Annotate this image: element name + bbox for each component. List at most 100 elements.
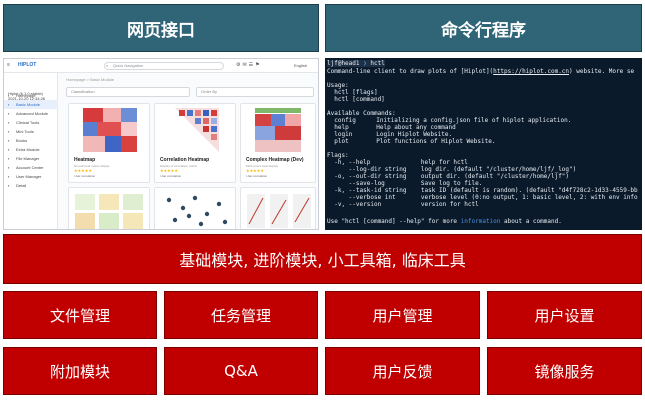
nav-file-manager: ▪ File Manager (4, 154, 58, 163)
box-task-management: 任务管理 (164, 291, 318, 339)
classification-select: Classification (66, 87, 190, 97)
terminal-intro: Command-line client to draw plots of [Hi… (327, 68, 634, 75)
nav-basic-module: ▪ Basic Module (4, 100, 58, 109)
card-title: Correlation Heatmap (160, 157, 210, 163)
usage-line: hctl [command] (327, 96, 385, 103)
web-ui-screenshot: ≡ HIPLOT ⌕ Quick Navigation ⚙✉☰⚑ English… (3, 58, 319, 230)
nav-clinical-tools: ▪ Clinical Tools (4, 118, 58, 127)
terminal-prompt: ljf@head1 ❯ hctl (327, 60, 385, 67)
intro-url: https://hiplot.com.cn (493, 68, 570, 75)
web-breadcrumb: Homepage > Basic Module (66, 77, 115, 82)
flag-row: -v, --version version for hctl (327, 201, 479, 208)
box-user-settings: 用户设置 (487, 291, 642, 339)
box-file-management: 文件管理 (3, 291, 157, 339)
web-interface-header: 网页接口 (3, 4, 319, 52)
nav-icon: ▪ (8, 138, 10, 143)
toolbar-icons: ⚙✉☰⚑ (236, 62, 262, 68)
nav-books: ▪ Books (4, 136, 58, 145)
terminal-screenshot: ljf@head1 ❯ hctl Command-line client to … (325, 58, 642, 230)
nav-label: Mini Tools (16, 129, 34, 134)
nav-account-center: ▪ Account Center (4, 163, 58, 172)
footer-text: Use "hctl [command] --help" for more (327, 218, 461, 225)
box-user-management: 用户管理 (325, 291, 480, 339)
terminal-footer: Use "hctl [command] --help" for more inf… (327, 218, 562, 225)
nav-icon: ▪ (8, 102, 10, 107)
grid-plot-thumbnail (75, 194, 143, 229)
command-row: login Login Hiplot Website. (327, 131, 452, 138)
nav-homepage: ▪ Homepage (4, 91, 58, 100)
scatter-thumbnail (166, 195, 228, 227)
nav-label: Account Center (16, 165, 44, 170)
intro-text: Command-line client to draw plots of [Hi… (327, 68, 494, 75)
flag-row: --verbose int verbose level (0:no output… (327, 194, 638, 201)
regression-panels-thumbnail (247, 194, 311, 228)
nav-label: Clinical Tools (16, 120, 40, 125)
nav-icon: ▪ (8, 93, 10, 98)
command-row: config Initializing a config.json file of… (327, 117, 571, 124)
flag-row: --log-dir string log dir. (default "/clu… (327, 166, 577, 173)
prompt-command: hctl (370, 60, 385, 67)
nav-advanced-module: ▪ Advanced Module (4, 109, 58, 118)
card-tags: r-bar correlation (160, 174, 182, 178)
prompt-user: ljf@head1 (327, 60, 360, 67)
commands-title: Available Commands: (327, 110, 396, 117)
intro-text: ) website. More se (569, 68, 635, 75)
nav-icon: ▪ (8, 129, 10, 134)
nav-icon: ▪ (8, 156, 10, 161)
flag-row: -o, --out-dir string output dir. (defaul… (327, 173, 570, 180)
nav-icon: ▪ (8, 120, 10, 125)
card-title: Complex Heatmap (Dev) (246, 157, 304, 163)
menu-icon: ≡ (7, 62, 10, 68)
flag-row: --save-log Save log to file. (327, 180, 483, 187)
modules-banner: 基础模块, 进阶模块, 小工具箱, 临床工具 (3, 234, 642, 284)
card-tags: r-bar correlation (74, 174, 96, 178)
box-mirror-service: 镜像服务 (487, 347, 642, 395)
card-title: Heatmap (74, 157, 96, 163)
command-desc: Help about any command (376, 124, 456, 131)
nav-icon: ▪ (8, 174, 10, 179)
footer-highlight: information (460, 218, 501, 225)
order-select: Order By (196, 87, 314, 97)
nav-label: Books (16, 138, 28, 143)
card-tags: r-bar correlation (246, 174, 268, 178)
nav-label: File Manager (16, 156, 40, 161)
usage-line: hctl [flags] (327, 89, 378, 96)
nav-icon: ▪ (8, 165, 10, 170)
command-row: help Help about any command (327, 124, 456, 131)
card-thumbnail (240, 187, 316, 229)
command-name: config (334, 117, 356, 124)
web-logo: HIPLOT (18, 62, 37, 68)
correlation-thumbnail (175, 108, 219, 152)
command-desc: Plot functions of Hiplot Website. (376, 138, 496, 145)
nav-icon: ▪ (8, 183, 10, 188)
language-select: English (294, 63, 308, 68)
flag-row: -h, --help help for hctl (327, 159, 468, 166)
web-topbar: ≡ HIPLOT ⌕ Quick Navigation ⚙✉☰⚑ English (4, 59, 318, 73)
nav-user-manager: ▪ User Manager (4, 172, 58, 181)
web-search-input: Quick Navigation (104, 62, 224, 70)
box-qa: Q&A (164, 347, 318, 395)
command-desc: Initializing a config.json file of hiplo… (376, 117, 572, 124)
command-name: help (334, 124, 349, 131)
nav-label: User Manager (16, 174, 42, 179)
nav-label: Homepage (16, 93, 36, 98)
nav-label: Extra Module (16, 147, 40, 152)
cli-program-header: 命令行程序 (325, 4, 642, 52)
card-stars: ★★★★★ (74, 168, 92, 173)
usage-title: Usage: (327, 82, 349, 89)
card-stars: ★★★★★ (160, 168, 178, 173)
nav-detail: ▪ Detail (4, 181, 58, 190)
nav-label: Basic Module (16, 102, 41, 107)
footer-text: about a command. (500, 218, 562, 225)
nav-extra-module: ▪ Extra Module (4, 145, 58, 154)
nav-label: Detail (16, 183, 27, 188)
command-row: plot Plot functions of Hiplot Website. (327, 138, 495, 145)
nav-label: Advanced Module (16, 111, 49, 116)
web-sidebar: Hiplot (6.1.0-stable) 2021-10-20 12:34:2… (4, 73, 58, 229)
flags-title: Flags: (327, 152, 349, 159)
command-name: login (334, 131, 353, 138)
box-addon-module: 附加模块 (3, 347, 157, 395)
flag-row: -k, --task-id string task ID (default is… (327, 187, 638, 194)
prompt-arrow-icon: ❯ (359, 60, 371, 67)
command-desc: Login Hiplot Website. (376, 131, 453, 138)
